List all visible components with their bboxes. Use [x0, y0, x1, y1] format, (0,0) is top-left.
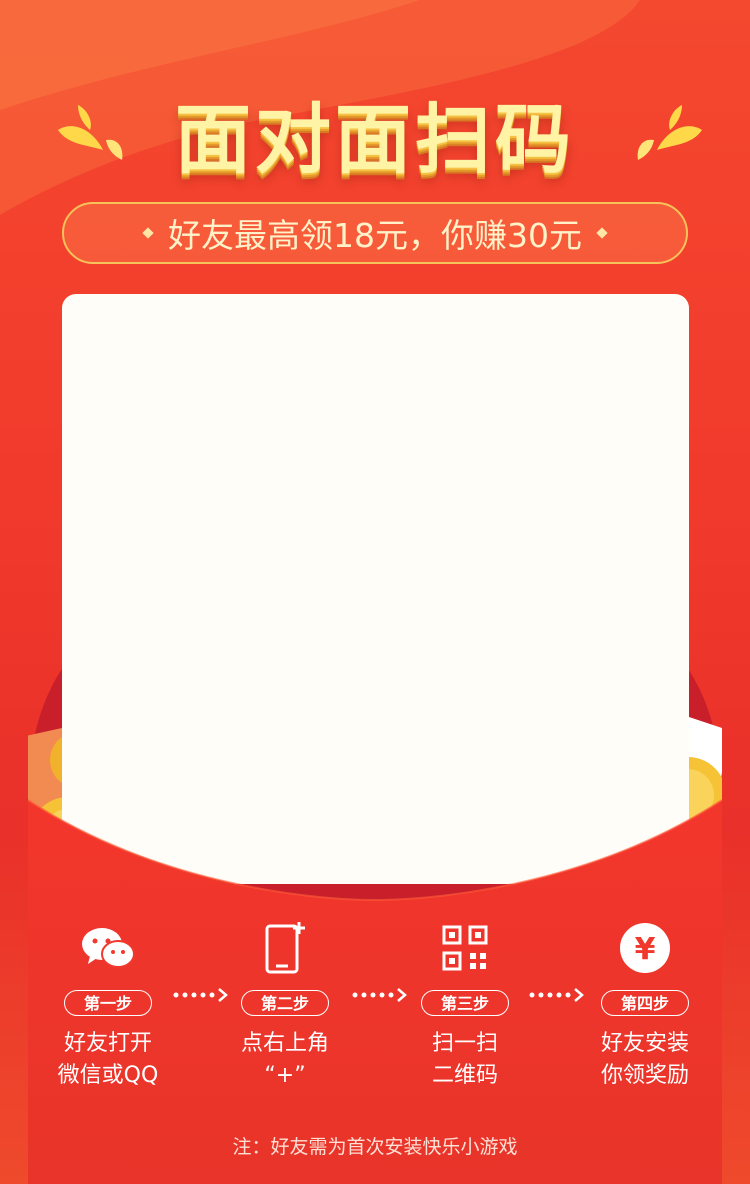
wechat-icon	[33, 918, 183, 978]
step-4: ¥ 第四步 好友安装 你领奖励	[570, 918, 720, 1092]
step-description-line2: 微信或QQ	[57, 1063, 159, 1088]
reward-banner-text: 好友最高领18元，你赚30元	[168, 216, 582, 255]
yuan-coin-icon: ¥	[570, 918, 720, 978]
step-description-line2: “+”	[264, 1063, 306, 1088]
step-description-line1: 扫一扫	[431, 1031, 498, 1056]
step-1: 第一步 好友打开 微信或QQ	[33, 918, 183, 1092]
step-3: 第三步 扫一扫 二维码	[390, 918, 540, 1092]
qr-card[interactable]	[62, 294, 689, 884]
qr-code-icon	[390, 918, 540, 978]
step-description-line1: 好友打开	[63, 1031, 152, 1056]
step-badge: 第三步	[421, 990, 509, 1016]
footer-note: 注：好友需为首次安装快乐小游戏	[232, 1136, 518, 1158]
title-container: 面对面扫码	[0, 78, 750, 188]
phone-plus-icon	[210, 918, 360, 978]
step-description-line1: 好友安装	[600, 1031, 689, 1056]
step-description-line2: 二维码	[431, 1063, 498, 1088]
svg-text:¥: ¥	[635, 932, 656, 967]
page-root: 面对面扫码 好友最高领18元，你赚30元 ¥	[0, 0, 750, 1184]
step-badge: 第四步	[601, 990, 689, 1016]
step-description-line2: 你领奖励	[600, 1063, 689, 1088]
diamond-icon	[142, 227, 154, 239]
step-badge: 第二步	[241, 990, 329, 1016]
page-title: 面对面扫码	[175, 95, 575, 184]
step-badge: 第一步	[64, 990, 152, 1016]
step-2: 第二步 点右上角 “+”	[210, 918, 360, 1092]
step-description-line1: 点右上角	[240, 1031, 329, 1056]
reward-banner: 好友最高领18元，你赚30元	[62, 202, 688, 264]
diamond-icon	[596, 227, 608, 239]
